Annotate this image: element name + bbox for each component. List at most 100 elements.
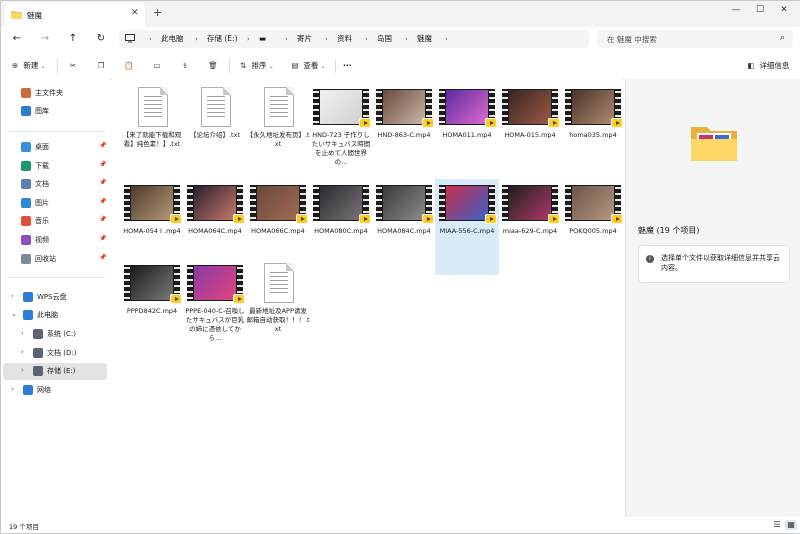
video-file-item[interactable]: HND-863-C.mp4 [372, 83, 436, 179]
details-message: 选择单个文件以获取详细信息并共享云内容。 [661, 254, 780, 272]
sidebar-item[interactable]: 视频 📌 [3, 232, 107, 249]
video-file-item[interactable]: homa035.mp4 [561, 83, 625, 179]
file-name: HOMA011.mp4 [442, 131, 492, 139]
refresh-button[interactable]: ↻ [93, 31, 109, 47]
file-name: HOMA080C.mp4 [314, 227, 368, 235]
file-name: HOMA064C.mp4 [188, 227, 242, 235]
breadcrumb-item[interactable]: ▬ [259, 30, 266, 48]
sidebar-item[interactable]: › WPS云盘 [3, 289, 107, 306]
sidebar-item[interactable]: › 文档 (D:) [3, 345, 107, 362]
video-file-item[interactable]: HOMA084C.mp4 [372, 179, 436, 275]
chevron-icon[interactable]: › [21, 348, 24, 356]
video-file-item[interactable]: HOMA011.mp4 [435, 83, 499, 179]
sidebar-item[interactable]: 音乐 📌 [3, 213, 107, 230]
command-bar: ⊕ 新建 ⌄ ✂ ❐ 📋 ▭ ⇪ 🗑 ⇅ 排序 ⌄ ▤ 查看 ⌄ ··· ◧ 详… [1, 53, 800, 80]
video-file-item[interactable]: HND-723 子作りしたいサキュバス時間を止めて人間世界の... [309, 83, 373, 179]
rename-icon: ▭ [153, 61, 161, 70]
sidebar-item[interactable]: › 存储 (E:) [3, 363, 107, 380]
video-file-item[interactable]: miaa-629-C.mp4 [498, 179, 562, 275]
home-icon [21, 88, 31, 98]
sidebar-item[interactable]: 桌面 📌 [3, 139, 107, 156]
chevron-icon[interactable]: › [21, 329, 24, 337]
sidebar-item[interactable]: 主文件夹 [3, 85, 107, 102]
video-file-item[interactable]: HOMA080C.mp4 [309, 179, 373, 275]
cut-button[interactable]: ✂ [67, 59, 79, 73]
breadcrumb-item[interactable]: 寄片 [297, 30, 312, 48]
breadcrumb-item[interactable]: 存储 (E:) [207, 30, 238, 48]
sidebar-item[interactable]: 图库 [3, 103, 107, 120]
search-input[interactable]: 在 魅魔 中搜索 [607, 34, 657, 45]
video-player-badge-icon [611, 214, 623, 224]
new-tab-button[interactable]: + [153, 6, 162, 19]
cloud-icon [23, 292, 33, 302]
gallery-icon [21, 106, 31, 116]
breadcrumb-item[interactable]: 此电脑 [161, 30, 184, 48]
sort-label: 排序 [251, 61, 267, 70]
chevron-icon[interactable]: ⌄ [11, 310, 17, 318]
video-thumbnail [313, 185, 371, 224]
more-options-button[interactable]: ··· [343, 59, 352, 73]
text-file-item[interactable]: 最新地址及APP请发邮箱自动获取！！！.txt [246, 259, 310, 355]
sidebar-item[interactable]: ⌄ 此电脑 [3, 307, 107, 324]
chevron-icon[interactable]: › [11, 385, 14, 393]
breadcrumb-item[interactable]: 资料 [337, 30, 352, 48]
details-pane-button[interactable]: ◧ 详细信息 [745, 59, 789, 73]
file-name: HOMA-054 I .mp4 [123, 227, 181, 235]
video-thumbnail [376, 89, 434, 128]
file-list: 【来了就能下载和观看】纯色素！】.txt 【论坛介绍】.txt 【永久地址发布页】.… [112, 79, 623, 517]
chevron-icon[interactable]: › [21, 366, 24, 374]
sidebar-item[interactable]: › 系统 (C:) [3, 326, 107, 343]
toolbar-divider [229, 59, 230, 73]
view-icon: ▤ [291, 61, 299, 70]
video-file-item[interactable]: HOMA-015.mp4 [498, 83, 562, 179]
sidebar-item[interactable]: 回收站 📌 [3, 251, 107, 268]
tab-current[interactable]: 魅魔 ✕ [5, 3, 145, 27]
video-player-badge-icon [296, 214, 308, 224]
sidebar-item[interactable]: 图片 📌 [3, 195, 107, 212]
back-button[interactable]: ← [9, 31, 25, 47]
video-file-item[interactable]: PPPD842C.mp4 [120, 259, 184, 355]
new-button[interactable]: ⊕ 新建 ⌄ [9, 59, 46, 73]
text-file-item[interactable]: 【永久地址发布页】.txt [246, 83, 310, 179]
paste-icon: 📋 [124, 61, 134, 70]
maximize-button[interactable]: ☐ [751, 5, 769, 15]
text-file-item[interactable]: 【论坛介绍】.txt [183, 83, 247, 179]
breadcrumb-item[interactable]: 岛国 [377, 30, 392, 48]
chevron-icon[interactable]: › [11, 292, 14, 300]
video-file-item[interactable]: MIAA-556-C.mp4 [435, 179, 499, 275]
copy-button[interactable]: ❐ [95, 59, 107, 73]
file-explorer-window: 魅魔 ✕ + — ☐ ✕ ← → ↑ ↻ › 此电脑 › 存储 (E:) › ▬ › 寄片 › 资… [0, 0, 800, 534]
forward-button[interactable]: → [37, 31, 53, 47]
file-name: 最新地址及APP请发邮箱自动获取！！！.txt [246, 307, 310, 333]
view-label: 查看 [303, 61, 319, 70]
details-view-icon[interactable]: ☰ [771, 520, 783, 530]
sidebar-item[interactable]: › 网络 [3, 382, 107, 399]
video-player-badge-icon [611, 118, 623, 128]
video-thumbnail [565, 89, 623, 128]
file-name: homa035.mp4 [569, 131, 617, 139]
details-pane: 魅魔 (19 个项目) i 选择单个文件以获取详细信息并共享云内容。 [625, 79, 800, 517]
close-tab-icon[interactable]: ✕ [131, 8, 139, 18]
close-window-button[interactable]: ✕ [775, 5, 793, 15]
rename-button[interactable]: ▭ [151, 59, 163, 73]
paste-button[interactable]: 📋 [123, 59, 135, 73]
breadcrumb[interactable]: › 此电脑 › 存储 (E:) › ▬ › 寄片 › 资料 › 岛国 › 魅魔 › [119, 30, 589, 48]
music-icon [21, 216, 31, 227]
tiles-view-icon[interactable]: ▦ [785, 520, 797, 530]
sort-button[interactable]: ⇅ 排序 ⌄ [237, 59, 274, 73]
sidebar-item[interactable]: 下载 📌 [3, 158, 107, 175]
sidebar-item-label: 视频 [35, 236, 49, 244]
share-icon: ⇪ [181, 61, 189, 70]
up-button[interactable]: ↑ [65, 31, 81, 47]
minimize-button[interactable]: — [727, 5, 745, 15]
video-file-item[interactable]: PPPE-040-C-召喚したサキュバスが巨乳の姉に憑依してから... [183, 259, 247, 355]
drive-icon [33, 366, 43, 376]
breadcrumb-item[interactable]: 魅魔 [417, 30, 432, 48]
search-box[interactable]: 在 魅魔 中搜索 ⌕ [597, 30, 793, 48]
delete-button[interactable]: 🗑 [207, 59, 219, 73]
share-button[interactable]: ⇪ [179, 59, 191, 73]
text-file-item[interactable]: 【来了就能下载和观看】纯色素！】.txt [120, 83, 184, 179]
video-file-item[interactable]: POKQ005.mp4 [561, 179, 625, 275]
view-button[interactable]: ▤ 查看 ⌄ [289, 59, 325, 73]
sidebar-item[interactable]: 文档 📌 [3, 176, 107, 193]
